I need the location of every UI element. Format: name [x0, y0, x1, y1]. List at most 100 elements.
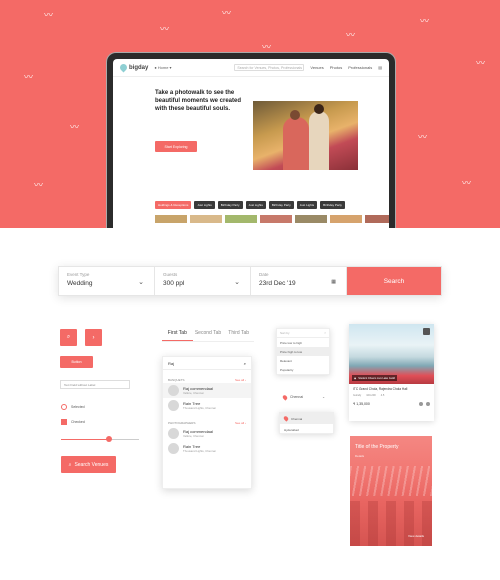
date-picker[interactable]: Date 23rd Dec '19 ▦ [251, 267, 347, 295]
logo-icon [118, 62, 129, 73]
nav-search-input[interactable]: Search for Venues, Photos, Professionals [234, 64, 305, 71]
see-all-link[interactable]: See all › [235, 378, 246, 382]
nav-link-venues[interactable]: Venues [310, 65, 323, 70]
confetti-icon: 〰 [476, 59, 486, 69]
pin-icon: ● [154, 65, 157, 70]
location-select[interactable]: Chennai ⌄ [281, 393, 325, 401]
property-card[interactable]: Title of the Property Details View detai… [350, 436, 432, 546]
avatar [168, 428, 179, 439]
calendar-icon: ▦ [331, 279, 336, 285]
chevron-up-icon: ˄ [324, 331, 326, 335]
photo-subject [290, 110, 300, 120]
list-item[interactable]: Rain Tree Thousand Lights, Chennai [163, 441, 251, 456]
thumbnail[interactable] [190, 215, 222, 223]
hero-background: 〰 〰 〰 〰 〰 〰 〰 〰 〰 〰 〰 〰 bigday ● Home ▾ … [0, 0, 500, 228]
laptop-frame: bigday ● Home ▾ Search for Venues, Photo… [106, 52, 396, 228]
confetti-icon: 〰 [24, 73, 34, 83]
nav-link-photos[interactable]: Photos [330, 65, 342, 70]
chevron-down-icon: ⌄ [322, 395, 325, 399]
search-venues-label: Search Venues [74, 461, 109, 468]
tab-third[interactable]: Third Tab [223, 328, 254, 341]
thumbnail[interactable] [225, 215, 257, 223]
property-title: Title of the Property [355, 444, 399, 450]
confetti-icon: 〰 [160, 25, 170, 35]
search-icon-button[interactable]: ⌕ [60, 329, 77, 346]
tab-bar: First Tab Second Tab Third Tab [162, 328, 254, 342]
city-selector[interactable]: ● Home ▾ [154, 65, 171, 70]
location-dropdown: Chennai Hyderabad [279, 412, 334, 434]
heart-icon[interactable] [426, 402, 430, 406]
item-location: Thousand Lights, Chennai [183, 449, 216, 453]
chip[interactable]: Just Lights [194, 201, 215, 209]
radio-selected[interactable]: Selected [61, 404, 85, 410]
start-exploring-button[interactable]: Start Exploring [155, 141, 197, 152]
city-label: Home [157, 65, 169, 70]
share-icon[interactable] [419, 402, 423, 406]
confetti-icon: 〰 [34, 181, 44, 191]
rating-meta: 4.5 [380, 394, 385, 397]
avatar [168, 400, 179, 411]
confetti-icon: 〰 [462, 179, 472, 189]
venue-card[interactable]: ◉ Student Cheers Live Lake Guild ITC Gra… [349, 324, 434, 421]
sort-option[interactable]: Price low to high [277, 338, 329, 347]
property-photo [350, 501, 432, 546]
chip[interactable]: Just Lights [296, 201, 318, 209]
thumbnail[interactable] [155, 215, 187, 223]
thumbnail[interactable] [295, 215, 327, 223]
checkbox-label: Checked [71, 420, 85, 424]
sort-option[interactable]: Price high to low [277, 347, 329, 356]
property-photo [350, 466, 432, 496]
search-button[interactable]: Search [347, 267, 441, 295]
avatar [168, 443, 179, 454]
search-icon: ⌕ [243, 360, 246, 366]
venue-price-row: ₹ 1,35,000 [349, 397, 434, 406]
site-nav: bigday ● Home ▾ Search for Venues, Photo… [113, 59, 389, 77]
checkbox-checked[interactable]: Checked [61, 419, 85, 425]
autocomplete-dropdown: Raj ⌕ BANQUETS See all › Raj commendaal V… [162, 356, 252, 489]
chip[interactable]: Birthday Party [217, 201, 243, 209]
tab-first[interactable]: First Tab [162, 328, 193, 341]
next-button[interactable]: › [85, 329, 102, 346]
chip[interactable]: Holdings & Receptions [155, 201, 192, 209]
hero-photo [253, 101, 358, 170]
view-details-link[interactable]: View details [408, 534, 424, 538]
nav-link-professionals[interactable]: Professionals [348, 65, 372, 70]
sort-option[interactable]: Popularity [277, 365, 329, 374]
hero-title: Take a photowalk to see the beautiful mo… [155, 90, 242, 112]
tab-second[interactable]: Second Tab [193, 328, 224, 341]
location-option[interactable]: Chennai [280, 413, 333, 424]
see-all-link[interactable]: See all › [235, 421, 246, 425]
search-icon: ⌕ [66, 334, 71, 340]
action-icons [419, 402, 430, 406]
search-venues-button[interactable]: ⌕ Search Venues [61, 456, 116, 473]
list-item[interactable]: Raj commendaal Vellore, Chennai [163, 383, 251, 398]
text-field[interactable]: Text Field without Label [60, 380, 130, 389]
list-item[interactable]: Raj commendaal Vellore, Chennai [163, 426, 251, 441]
capacity-meta: 100-200 [366, 394, 376, 397]
section-title: PHOTOGRAPHERS [168, 421, 196, 425]
venue-title: ITC Grand Chola, Rajendra Chola Hall [353, 387, 408, 391]
thumbnail[interactable] [260, 215, 292, 223]
chip[interactable]: Birthday Party [268, 201, 294, 209]
thumbnail[interactable] [330, 215, 362, 223]
chip[interactable]: Birthday Party [320, 201, 345, 209]
thumbnail[interactable] [365, 215, 389, 223]
sort-header[interactable]: Sort by ˄ [277, 329, 329, 338]
guests-select[interactable]: Guests 300 ppl ⌄ [155, 267, 251, 295]
gallery-icon[interactable] [423, 328, 430, 335]
location-option[interactable]: Hyderabad [280, 424, 333, 435]
slider-handle[interactable] [106, 436, 113, 442]
autocomplete-input[interactable]: Raj ⌕ [163, 357, 251, 370]
bookmark-icon[interactable]: ▤ [378, 65, 382, 70]
confetti-icon: 〰 [420, 17, 430, 27]
chip[interactable]: Just Lights [245, 201, 266, 209]
event-type-select[interactable]: Event Type Wedding ⌄ [59, 267, 155, 295]
event-type-label: Event Type [67, 272, 90, 277]
site-logo[interactable]: bigday [118, 62, 148, 73]
chevron-down-icon: ⌄ [234, 279, 240, 286]
photo-caption: ◉ Student Cheers Live Lake Guild [352, 375, 397, 381]
sort-option[interactable]: Relevant [277, 356, 329, 365]
thumbnail-row [155, 215, 389, 223]
list-item[interactable]: Rain Tree Thousand Lights, Chennai [163, 398, 251, 413]
primary-button[interactable]: Button [60, 356, 93, 368]
